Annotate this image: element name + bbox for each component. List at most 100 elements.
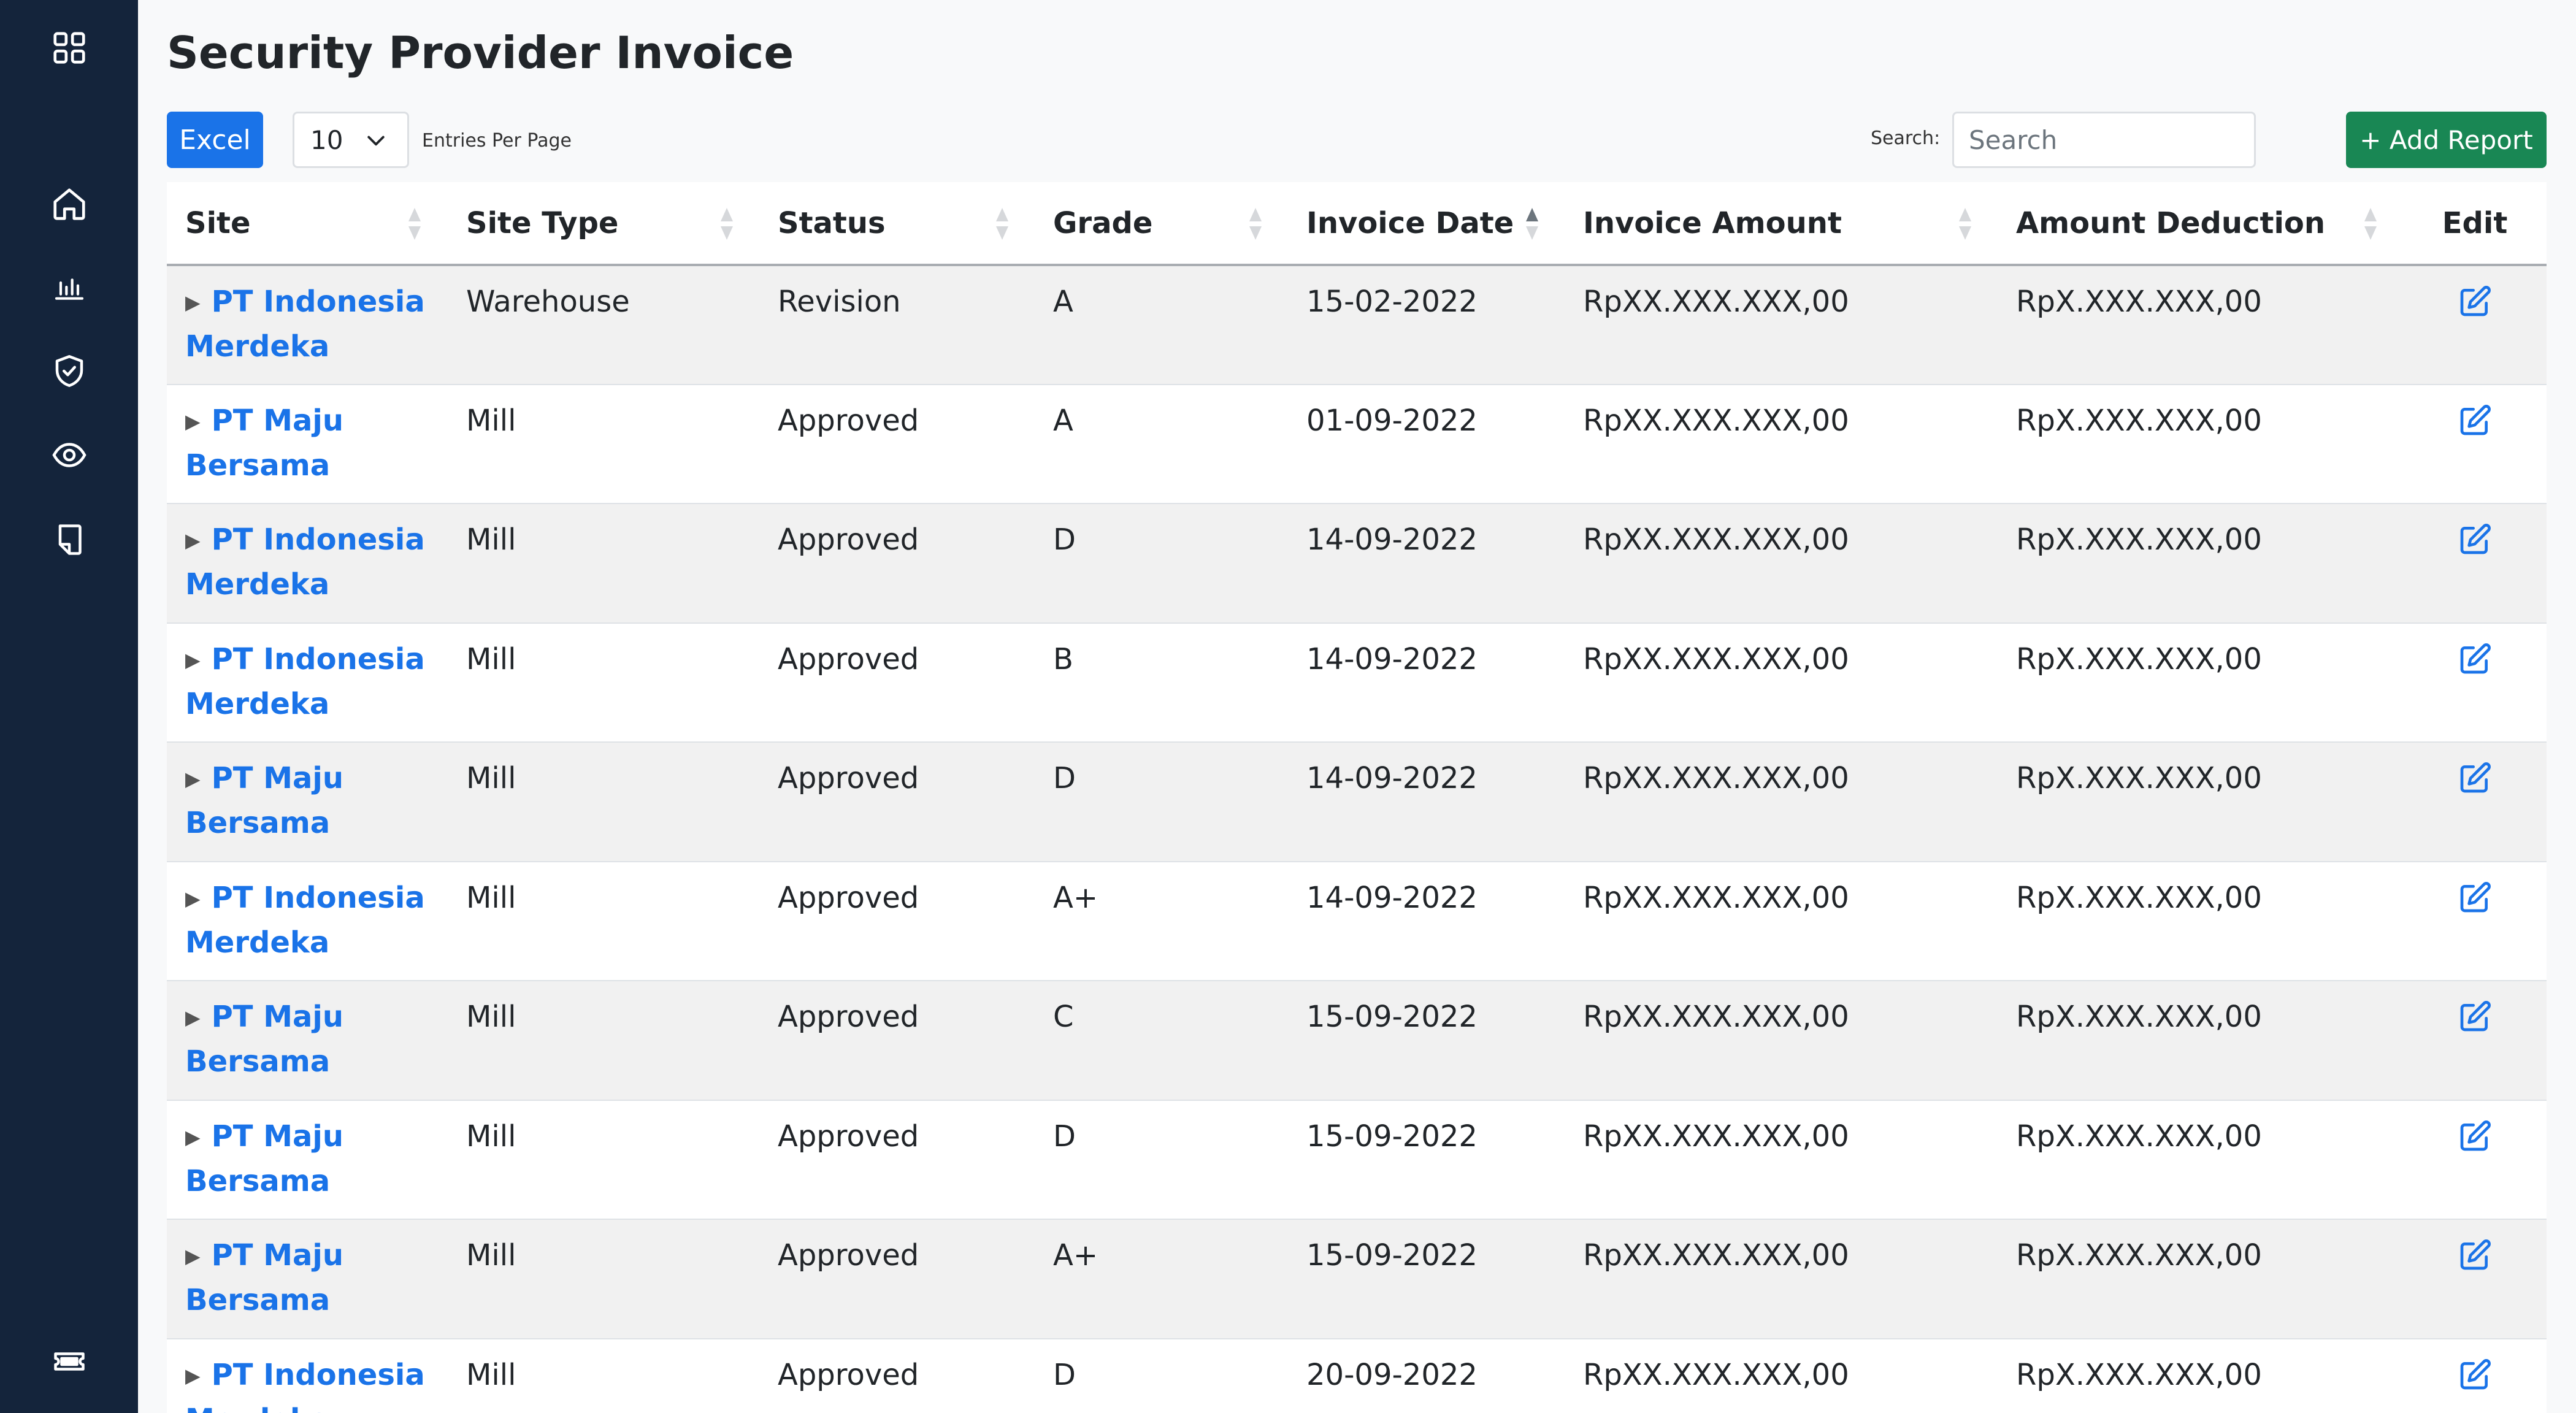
sort-asc-icon[interactable] [1525,207,1539,241]
grade-cell: D [1035,504,1288,624]
site-type-cell: Mill [448,861,759,981]
column-header-amount-deduction[interactable]: Amount Deduction [1998,182,2403,266]
add-report-button[interactable]: + Add Report [2346,112,2547,168]
site-link[interactable]: PT IndonesiaMerdeka [185,1358,425,1413]
chart-icon[interactable] [0,262,138,312]
status-cell: Approved [759,622,1035,743]
edit-icon[interactable] [2458,404,2492,438]
invoice-date-cell: 01-09-2022 [1288,384,1565,504]
status-cell: Approved [759,1219,1035,1339]
entries-per-page-label: Entries Per Page [422,130,572,151]
expand-row-icon[interactable]: ▶ [185,1354,201,1398]
column-header-edit: Edit [2403,182,2547,266]
edit-icon[interactable] [2458,1000,2492,1034]
invoice-amount-cell: RpXX.XXX.XXX,00 [1565,861,1998,981]
site-type-cell: Mill [448,504,759,624]
invoice-amount-cell: RpXX.XXX.XXX,00 [1565,1338,1998,1413]
column-header-site[interactable]: Site [167,182,448,266]
column-header-invoice-amount[interactable]: Invoice Amount [1565,182,1998,266]
site-type-cell: Mill [448,981,759,1101]
site-link[interactable]: PT IndonesiaMerdeka [185,285,425,364]
excel-button[interactable]: Excel [167,112,263,168]
expand-row-icon[interactable]: ▶ [185,876,201,921]
status-cell: Revision [759,265,1035,385]
column-header-invoice-date[interactable]: Invoice Date [1288,182,1565,266]
sort-icon[interactable] [407,207,422,241]
site-link[interactable]: PT IndonesiaMerdeka [185,642,425,721]
table-row: ▶ PT Indonesia Merdeka Mill Approved B 14-… [167,622,2547,743]
table-row: ▶ PT Indonesia Merdeka Warehouse Revision … [167,265,2547,385]
site-link[interactable]: PT Maju Bersama [185,1000,343,1079]
ticket-icon[interactable] [0,1337,138,1386]
grade-cell: B [1035,622,1288,743]
column-header-site-type[interactable]: Site Type [448,182,759,266]
expand-row-icon[interactable]: ▶ [185,995,201,1040]
site-type-cell: Mill [448,1219,759,1339]
site-type-cell: Mill [448,1100,759,1220]
grid-icon[interactable] [0,23,138,72]
entries-per-page-select[interactable]: 10 [293,112,409,168]
edit-icon[interactable] [2458,881,2492,915]
edit-icon[interactable] [2458,285,2492,319]
invoice-amount-cell: RpXX.XXX.XXX,00 [1565,265,1998,385]
grade-cell: D [1035,742,1288,862]
expand-row-icon[interactable]: ▶ [185,280,201,324]
column-header-grade[interactable]: Grade [1035,182,1288,266]
site-cell: ▶PT IndonesiaMerdeka [167,861,448,981]
edit-cell [2403,1338,2547,1413]
sort-icon[interactable] [719,207,734,241]
sort-icon[interactable] [995,207,1010,241]
edit-cell [2403,504,2547,624]
shield-check-icon[interactable] [0,347,138,396]
site-link[interactable]: PT Maju Bersama [185,1238,343,1317]
expand-row-icon[interactable]: ▶ [185,1115,201,1159]
expand-row-icon[interactable]: ▶ [185,757,201,801]
page-title: Security Provider Invoice [167,27,794,78]
invoice-amount-cell: RpXX.XXX.XXX,00 [1565,742,1998,862]
status-cell: Approved [759,1338,1035,1413]
edit-icon[interactable] [2458,761,2492,795]
table-row: ▶ PT Maju Bersama Mill Approved C 15-09-20… [167,981,2547,1101]
site-cell: ▶PT IndonesiaMerdeka [167,622,448,743]
expand-row-icon[interactable]: ▶ [185,518,201,562]
grade-cell: A [1035,384,1288,504]
search-input[interactable] [1952,112,2256,168]
amount-deduction-cell: RpX.XXX.XXX,00 [1998,1219,2403,1339]
site-link[interactable]: PT Maju Bersama [185,1119,343,1198]
edit-cell [2403,1100,2547,1220]
sort-icon[interactable] [1248,207,1263,241]
edit-cell [2403,981,2547,1101]
eye-icon[interactable] [0,431,138,480]
invoice-amount-cell: RpXX.XXX.XXX,00 [1565,1219,1998,1339]
edit-icon[interactable] [2458,1358,2492,1392]
amount-deduction-cell: RpX.XXX.XXX,00 [1998,981,2403,1101]
status-cell: Approved [759,384,1035,504]
expand-row-icon[interactable]: ▶ [185,638,201,682]
amount-deduction-cell: RpX.XXX.XXX,00 [1998,384,2403,504]
edit-icon[interactable] [2458,1119,2492,1154]
invoice-date-cell: 15-02-2022 [1288,265,1565,385]
site-link[interactable]: PT Maju Bersama [185,404,343,483]
sort-icon[interactable] [2363,207,2378,241]
site-type-cell: Mill [448,384,759,504]
home-icon[interactable] [0,180,138,229]
invoice-amount-cell: RpXX.XXX.XXX,00 [1565,504,1998,624]
edit-icon[interactable] [2458,1238,2492,1273]
document-icon[interactable] [0,515,138,564]
edit-icon[interactable] [2458,642,2492,676]
expand-row-icon[interactable]: ▶ [185,1234,201,1278]
site-cell: ▶ PT Maju Bersama [167,742,448,862]
site-link[interactable]: PT Maju Bersama [185,761,343,840]
expand-row-icon[interactable]: ▶ [185,399,201,443]
sort-icon[interactable] [1958,207,1972,241]
search-label: Search: [1871,128,1941,149]
site-link[interactable]: PT IndonesiaMerdeka [185,523,425,602]
site-link[interactable]: PT IndonesiaMerdeka [185,881,425,960]
status-cell: Approved [759,861,1035,981]
edit-cell [2403,622,2547,743]
status-cell: Approved [759,742,1035,862]
column-header-status[interactable]: Status [759,182,1035,266]
grade-cell: C [1035,981,1288,1101]
grade-cell: A+ [1035,1219,1288,1339]
edit-icon[interactable] [2458,523,2492,557]
